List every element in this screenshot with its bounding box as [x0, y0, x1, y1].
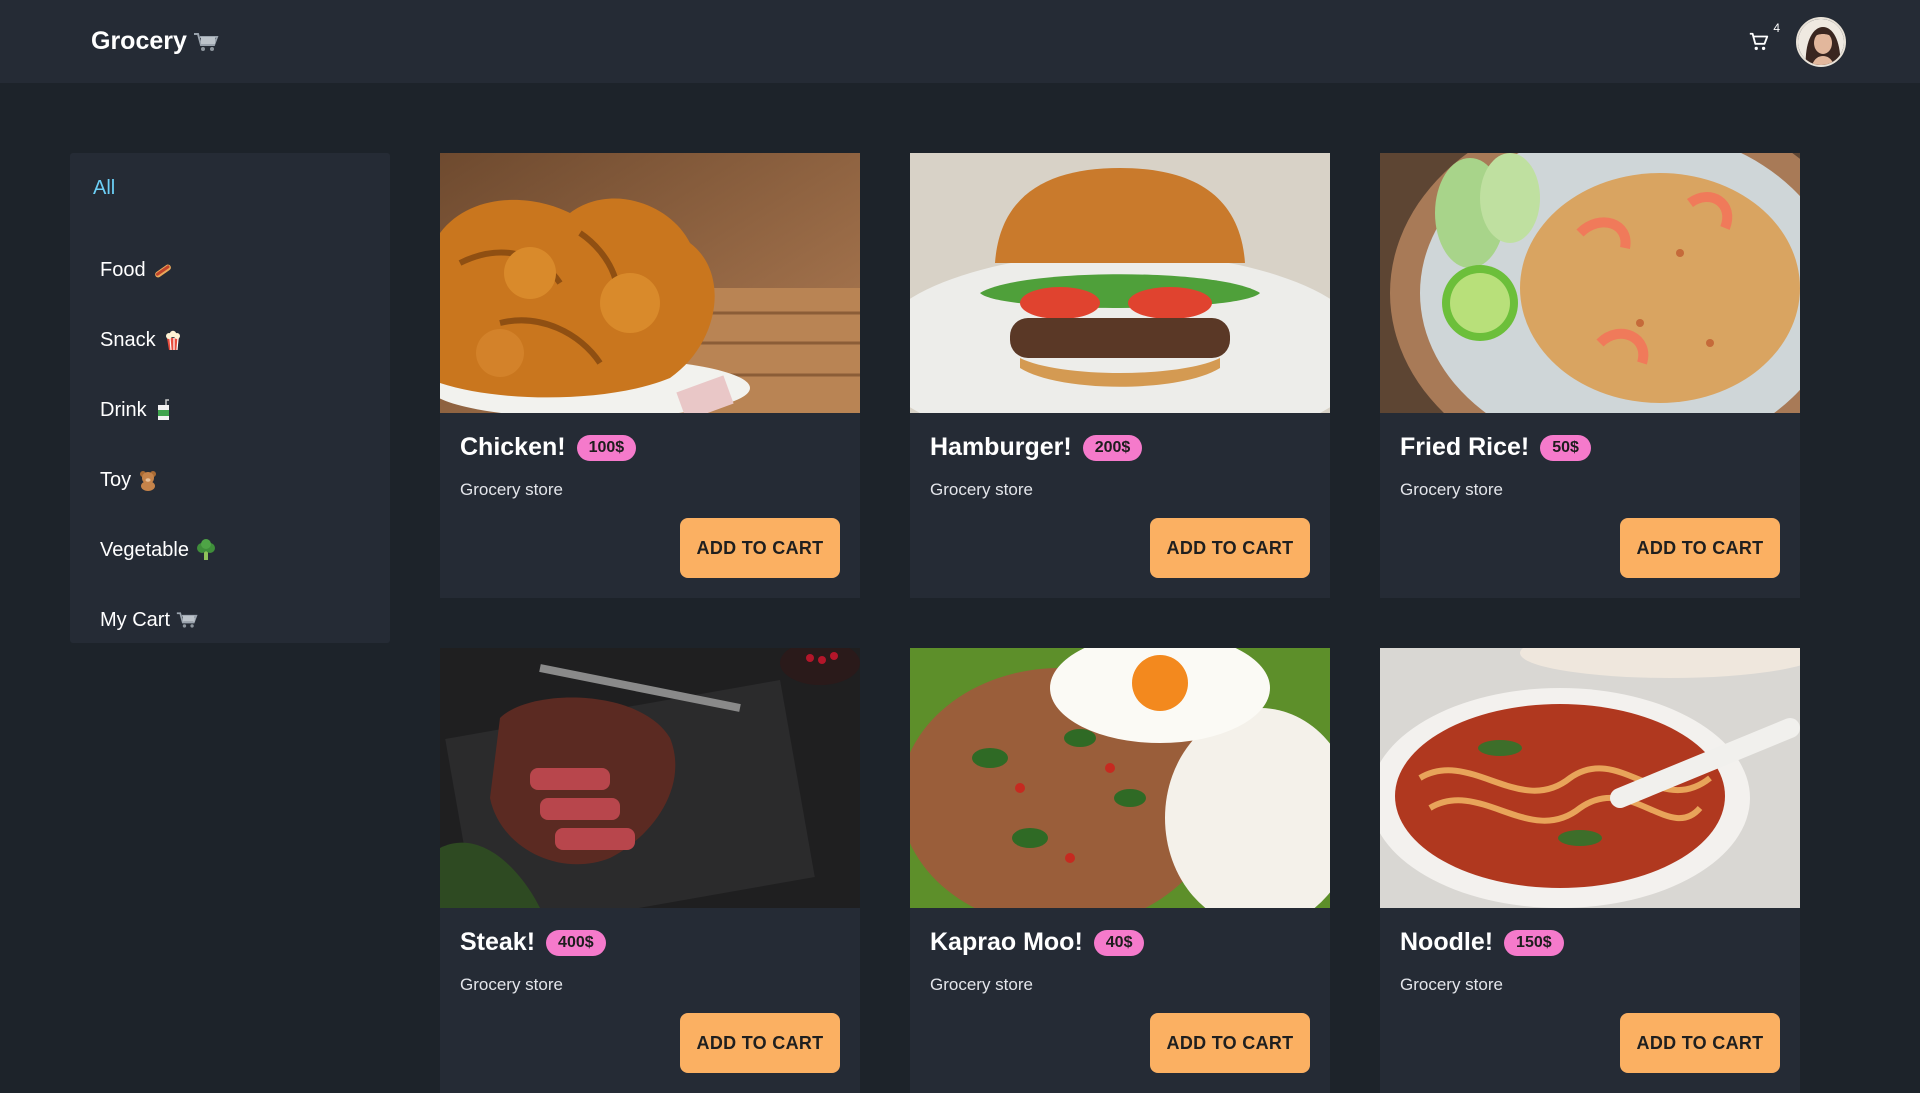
category-label: Snack — [100, 328, 156, 351]
category-label: Food — [100, 258, 146, 281]
product-card: Chicken! 100$ Grocery store ADD TO CART — [440, 153, 860, 598]
noodle-photo — [1380, 648, 1800, 908]
fried-rice-photo — [1380, 153, 1800, 413]
add-to-cart-button[interactable]: ADD TO CART — [1620, 1013, 1780, 1073]
product-card: Noodle! 150$ Grocery store ADD TO CART — [1380, 648, 1800, 1093]
store-name: Grocery store — [460, 975, 563, 994]
store-name: Grocery store — [930, 975, 1033, 994]
category-label: Drink — [100, 398, 147, 421]
popcorn-emoji-icon — [165, 330, 180, 351]
product-name: Steak! — [460, 928, 536, 956]
chicken-photo — [440, 153, 860, 413]
hotdog-emoji-icon — [154, 264, 171, 278]
brand-logo[interactable]: Grocery — [91, 27, 219, 56]
shopping-cart-emoji-icon — [176, 612, 198, 628]
add-to-cart-button[interactable]: ADD TO CART — [1150, 518, 1310, 578]
cart-button[interactable]: 4 — [1744, 21, 1780, 57]
store-name: Grocery store — [460, 480, 563, 499]
juice-box-emoji-icon — [157, 399, 169, 420]
product-name: Hamburger! — [930, 433, 1072, 461]
add-to-cart-button[interactable]: ADD TO CART — [680, 1013, 840, 1073]
top-navbar: Grocery 4 — [0, 0, 1920, 83]
add-to-cart-button[interactable]: ADD TO CART — [680, 518, 840, 578]
store-name: Grocery store — [930, 480, 1033, 499]
price-badge: 50$ — [1540, 434, 1591, 461]
price-badge: 100$ — [576, 434, 637, 461]
price-badge: 40$ — [1093, 929, 1145, 956]
category-vegetable[interactable]: Vegetable — [70, 515, 390, 585]
product-card: Steak! 400$ Grocery store ADD TO CART — [440, 648, 860, 1093]
category-drink[interactable]: Drink — [70, 375, 390, 445]
product-name: Fried Rice! — [1400, 433, 1530, 461]
price-badge: 400$ — [546, 929, 606, 956]
brand-name: Grocery — [91, 27, 187, 55]
category-toy[interactable]: Toy — [70, 445, 390, 515]
category-my-cart[interactable]: My Cart — [70, 585, 390, 655]
hamburger-photo — [910, 153, 1330, 413]
price-badge: 150$ — [1504, 929, 1564, 956]
add-to-cart-button[interactable]: ADD TO CART — [1150, 1013, 1310, 1073]
kaprao-moo-photo — [910, 648, 1330, 908]
product-card: Kaprao Moo! 40$ Grocery store ADD TO CAR… — [910, 648, 1330, 1093]
steak-photo — [440, 648, 860, 908]
product-name: Kaprao Moo! — [930, 928, 1083, 956]
user-avatar[interactable] — [1796, 16, 1846, 67]
product-grid: Chicken! 100$ Grocery store ADD TO CART … — [440, 153, 1800, 1093]
product-card: Fried Rice! 50$ Grocery store ADD TO CAR… — [1380, 153, 1800, 598]
teddy-bear-emoji-icon — [140, 471, 157, 491]
add-to-cart-button[interactable]: ADD TO CART — [1620, 518, 1780, 578]
category-label: Toy — [100, 468, 132, 491]
category-snack[interactable]: Snack — [70, 305, 390, 375]
category-food[interactable]: Food — [70, 235, 390, 305]
store-name: Grocery store — [1400, 975, 1503, 994]
avatar-photo — [1798, 18, 1844, 65]
category-label: Vegetable — [100, 538, 189, 561]
cart-count-badge: 4 — [1773, 20, 1780, 35]
cart-icon — [1749, 32, 1769, 50]
shopping-cart-emoji-icon — [193, 32, 219, 51]
store-name: Grocery store — [1400, 480, 1503, 499]
product-name: Chicken! — [460, 433, 566, 461]
price-badge: 200$ — [1082, 434, 1143, 461]
category-sidebar: All Food Snack Drink Toy Vegetable My Ca… — [70, 153, 390, 643]
product-name: Noodle! — [1400, 928, 1494, 956]
broccoli-emoji-icon — [196, 539, 215, 560]
category-label: My Cart — [100, 608, 170, 631]
category-label: All — [93, 176, 116, 199]
product-card: Hamburger! 200$ Grocery store ADD TO CAR… — [910, 153, 1330, 598]
category-all[interactable]: All — [70, 173, 390, 203]
